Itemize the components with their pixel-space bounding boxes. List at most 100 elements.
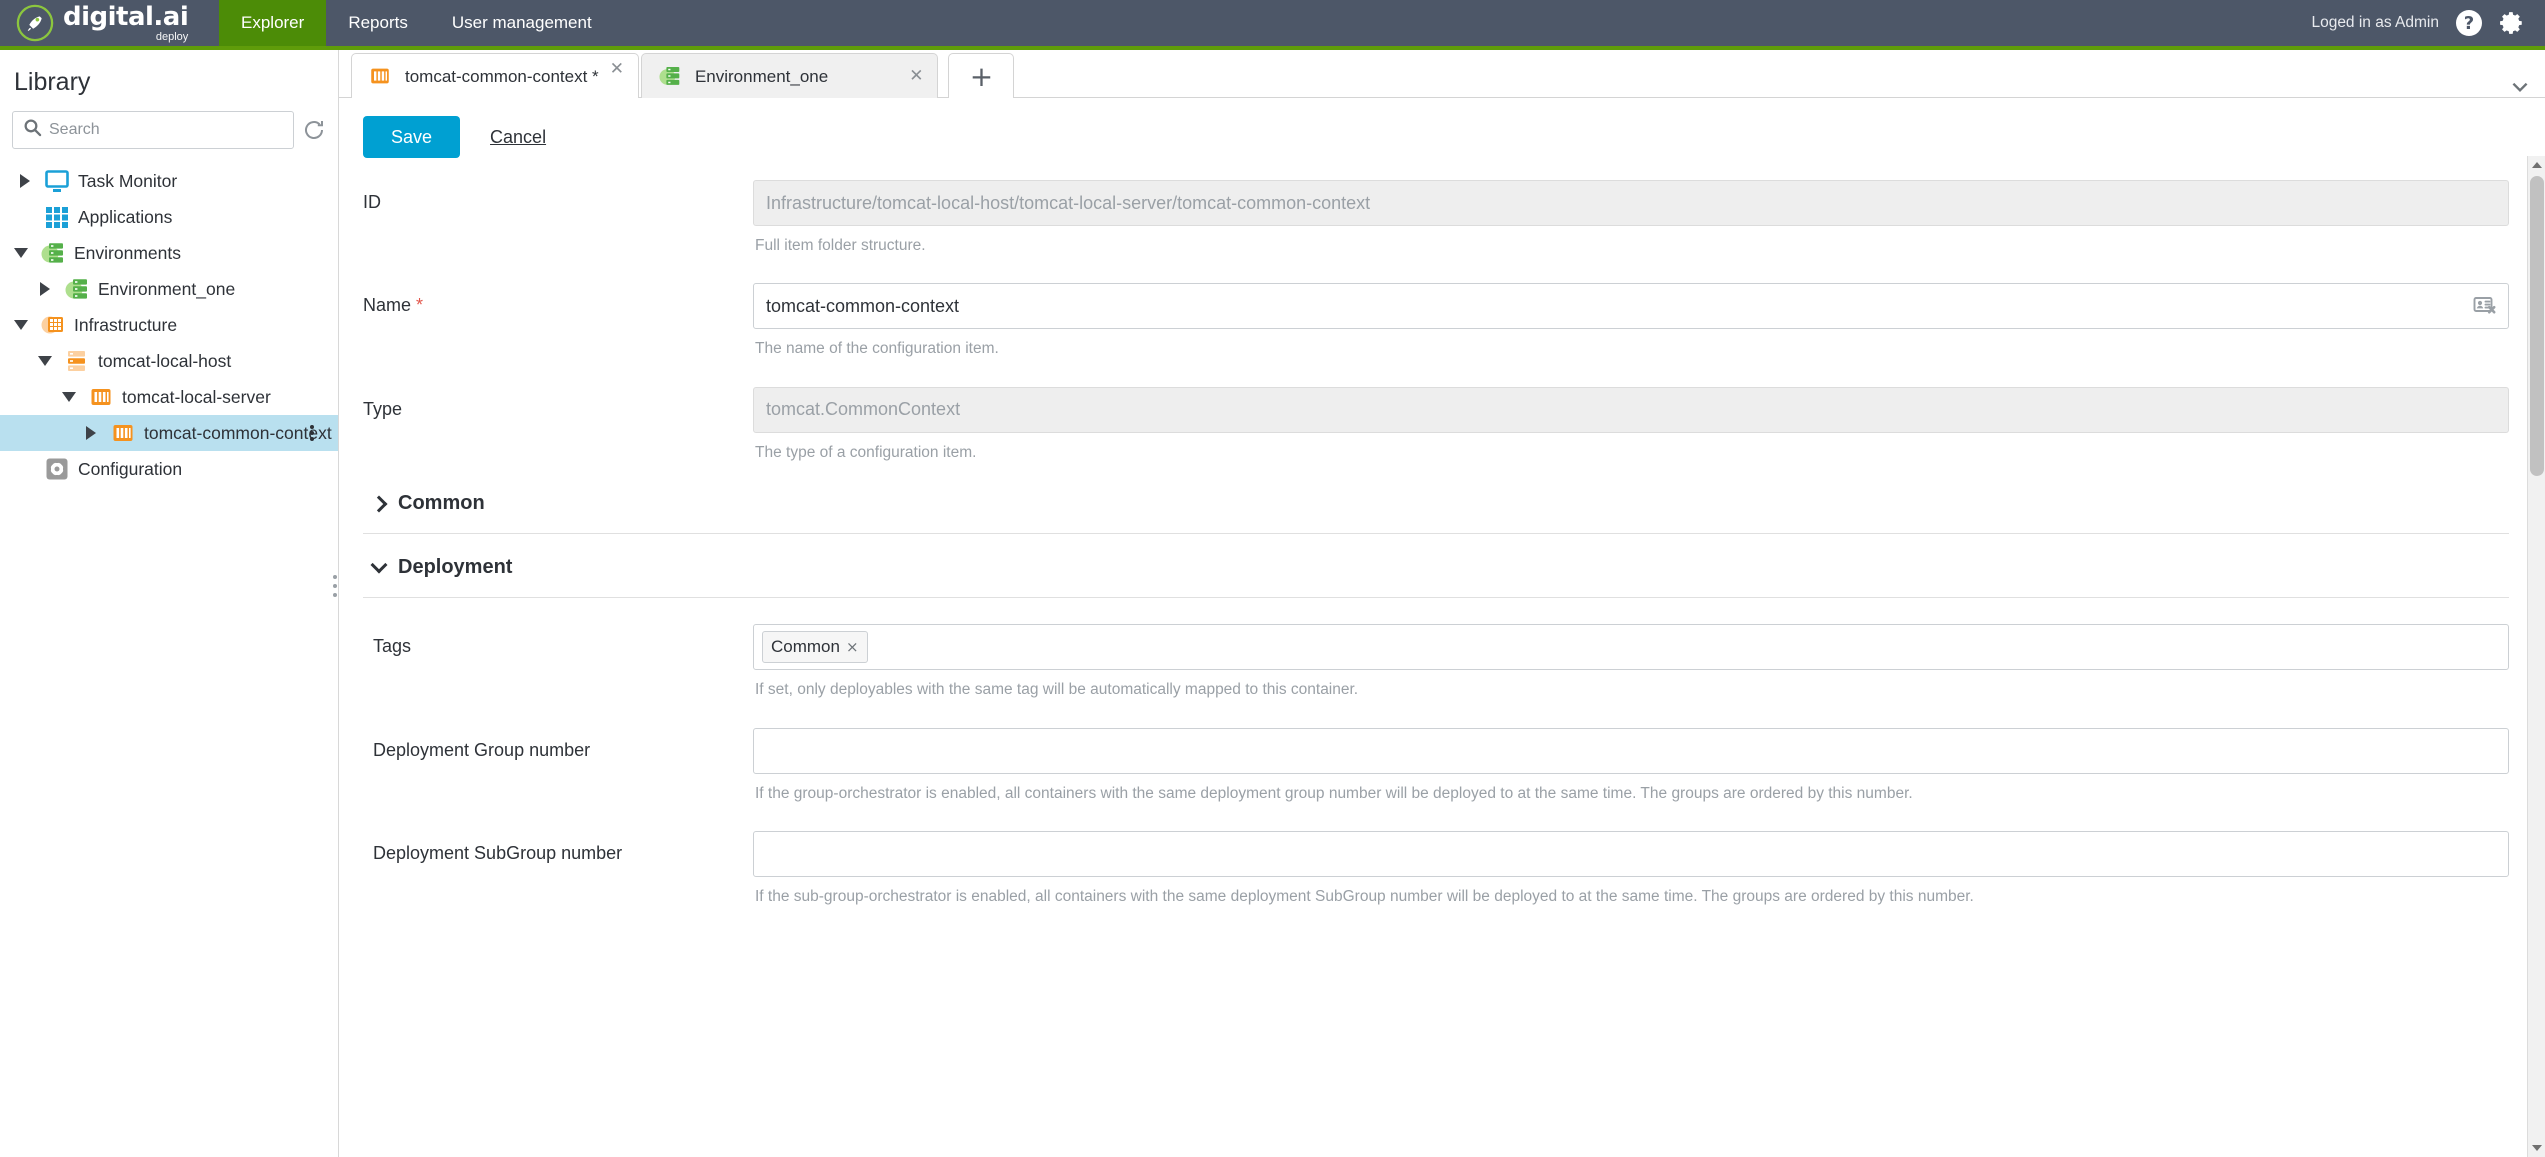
- tags-input[interactable]: Common ×: [753, 624, 2509, 671]
- page-title: Library: [14, 68, 91, 96]
- search-row: Search: [0, 103, 338, 149]
- field-control: Infrastructure/tomcat-local-host/tomcat-…: [753, 180, 2509, 257]
- deployment-subgroup-number-input[interactable]: [753, 831, 2509, 878]
- field-deployment-group-number: Deployment Group number If the group-orc…: [363, 727, 2509, 805]
- field-hint: If the group-orchestrator is enabled, al…: [755, 784, 1913, 802]
- search-placeholder: Search: [49, 121, 100, 138]
- field-label: Name *: [363, 283, 753, 316]
- vertical-scrollbar[interactable]: [2527, 156, 2545, 1157]
- tag-chip-label: Common: [771, 637, 840, 657]
- field-control: If the sub-group-orchestrator is enabled…: [753, 831, 2509, 908]
- sidebar-item-task-monitor[interactable]: Task Monitor: [0, 163, 338, 199]
- triangle-up-icon[interactable]: [2528, 156, 2545, 174]
- sidebar-item-environments[interactable]: Environments: [0, 235, 338, 271]
- tab-environment-one[interactable]: Environment_one ✕: [640, 53, 939, 99]
- contact-card-remove-icon[interactable]: [2472, 293, 2498, 319]
- brand-wordmark: digital.ai deploy: [63, 1, 189, 43]
- field-tags: Tags Common × If set, only deployables w…: [363, 624, 2509, 701]
- save-button[interactable]: Save: [363, 116, 461, 158]
- sidebar-item-label: Environments: [74, 242, 181, 263]
- app-root: digital.ai deploy Explorer Reports User …: [0, 0, 2545, 1157]
- deployment-group-number-input[interactable]: [753, 727, 2509, 774]
- sidebar-item-configuration[interactable]: Configuration: [0, 451, 338, 487]
- environments-icon: [64, 276, 90, 302]
- search-input[interactable]: Search: [12, 111, 294, 149]
- section-title: Deployment: [398, 556, 513, 579]
- field-control: tomcat.CommonContext The type of a confi…: [753, 386, 2509, 464]
- field-hint: The type of a configuration item.: [755, 443, 977, 461]
- sidebar-item-label: Task Monitor: [78, 170, 178, 191]
- sidebar-item-tomcat-common-context[interactable]: tomcat-common-context: [0, 415, 338, 451]
- infrastructure-icon: [40, 312, 66, 338]
- sidebar-item-tomcat-local-host[interactable]: tomcat-local-host: [0, 343, 338, 379]
- top-navigation-bar: digital.ai deploy Explorer Reports User …: [0, 0, 2545, 46]
- field-type: Type tomcat.CommonContext The type of a …: [363, 386, 2509, 464]
- field-control: tomcat-common-context The name of the co…: [753, 283, 2509, 360]
- field-label: Tags: [373, 636, 412, 657]
- id-input: Infrastructure/tomcat-local-host/tomcat-…: [753, 180, 2509, 226]
- sidebar-item-infrastructure[interactable]: Infrastructure: [0, 307, 338, 343]
- field-label: Deployment Group number: [373, 739, 591, 760]
- chevron-right-icon[interactable]: [14, 174, 36, 188]
- chevron-down-icon: [370, 556, 388, 574]
- search-icon: [23, 118, 42, 142]
- pane-resize-handle[interactable]: [331, 570, 339, 608]
- triangle-down-icon[interactable]: [2528, 1139, 2545, 1157]
- sidebar-item-label: tomcat-common-context: [144, 422, 332, 443]
- gear-icon[interactable]: [2499, 10, 2525, 36]
- sidebar-item-environment-one[interactable]: Environment_one: [0, 271, 338, 307]
- name-input-value: tomcat-common-context: [766, 295, 960, 316]
- chevron-down-icon[interactable]: [58, 392, 80, 402]
- context-menu-kebab-icon[interactable]: [310, 423, 316, 443]
- scrollbar-thumb[interactable]: [2530, 176, 2544, 476]
- required-marker: *: [411, 295, 424, 316]
- type-input: tomcat.CommonContext: [753, 386, 2509, 433]
- brand-name: digital.ai: [63, 1, 189, 32]
- brand-sub: deploy: [155, 30, 189, 43]
- section-header-deployment[interactable]: Deployment: [363, 534, 2509, 599]
- nav-item-user-management[interactable]: User management: [430, 0, 614, 46]
- chevron-right-icon[interactable]: [34, 282, 56, 296]
- environments-icon: [40, 240, 66, 266]
- nav-item-explorer[interactable]: Explorer: [219, 0, 327, 46]
- section-header-common[interactable]: Common: [363, 470, 2509, 535]
- chevron-down-icon[interactable]: [10, 248, 32, 258]
- tab-tomcat-common-context[interactable]: tomcat-common-context * ✕: [351, 53, 639, 99]
- rocket-logo-icon: [16, 4, 54, 42]
- sidebar-item-label: Configuration: [78, 458, 183, 479]
- tag-chip[interactable]: Common ×: [762, 631, 868, 664]
- field-label: Type: [363, 398, 403, 419]
- remove-tag-icon[interactable]: ×: [846, 638, 859, 656]
- close-icon[interactable]: ✕: [610, 61, 624, 78]
- brand-logo-area[interactable]: digital.ai deploy: [0, 0, 219, 46]
- cancel-button[interactable]: Cancel: [490, 127, 546, 148]
- sidebar-item-tomcat-local-server[interactable]: tomcat-local-server: [0, 379, 338, 415]
- grid-apps-icon: [44, 204, 70, 230]
- ci-editor-panel: Save Cancel ID Infrastructure/tomcat-loc…: [339, 98, 2545, 1157]
- field-label: ID: [363, 192, 381, 212]
- section-title: Common: [398, 492, 485, 515]
- chevron-right-icon[interactable]: [80, 426, 102, 440]
- sidebar-item-label: Environment_one: [98, 278, 236, 299]
- sidebar-item-label: Applications: [78, 206, 173, 227]
- sidebar-item-applications[interactable]: Applications: [0, 199, 338, 235]
- sidebar-item-label: tomcat-local-server: [122, 386, 271, 407]
- ci-property-form: ID Infrastructure/tomcat-local-host/tomc…: [339, 180, 2545, 909]
- name-input[interactable]: tomcat-common-context: [753, 283, 2509, 330]
- chevron-down-icon[interactable]: [10, 320, 32, 330]
- field-label: Deployment SubGroup number: [373, 843, 623, 864]
- nav-item-reports[interactable]: Reports: [326, 0, 430, 46]
- field-control: Common × If set, only deployables with t…: [753, 624, 2509, 701]
- tomcat-icon: [88, 384, 114, 410]
- editor-tab-strip: tomcat-common-context * ✕ Environment_on…: [339, 50, 2545, 99]
- refresh-icon[interactable]: [302, 118, 326, 142]
- close-icon[interactable]: ✕: [909, 68, 923, 85]
- add-tab-button[interactable]: +: [948, 53, 1015, 99]
- tab-label: tomcat-common-context *: [405, 66, 599, 86]
- chevron-down-icon[interactable]: [34, 356, 56, 366]
- library-sidebar: Library Search Task Monitor Applications…: [0, 50, 339, 1157]
- field-hint: If set, only deployables with the same t…: [755, 681, 1359, 699]
- question-mark-icon[interactable]: ?: [2456, 10, 2482, 36]
- form-action-bar: Save Cancel: [339, 98, 2545, 158]
- logged-in-label: Loged in as Admin: [2311, 14, 2439, 31]
